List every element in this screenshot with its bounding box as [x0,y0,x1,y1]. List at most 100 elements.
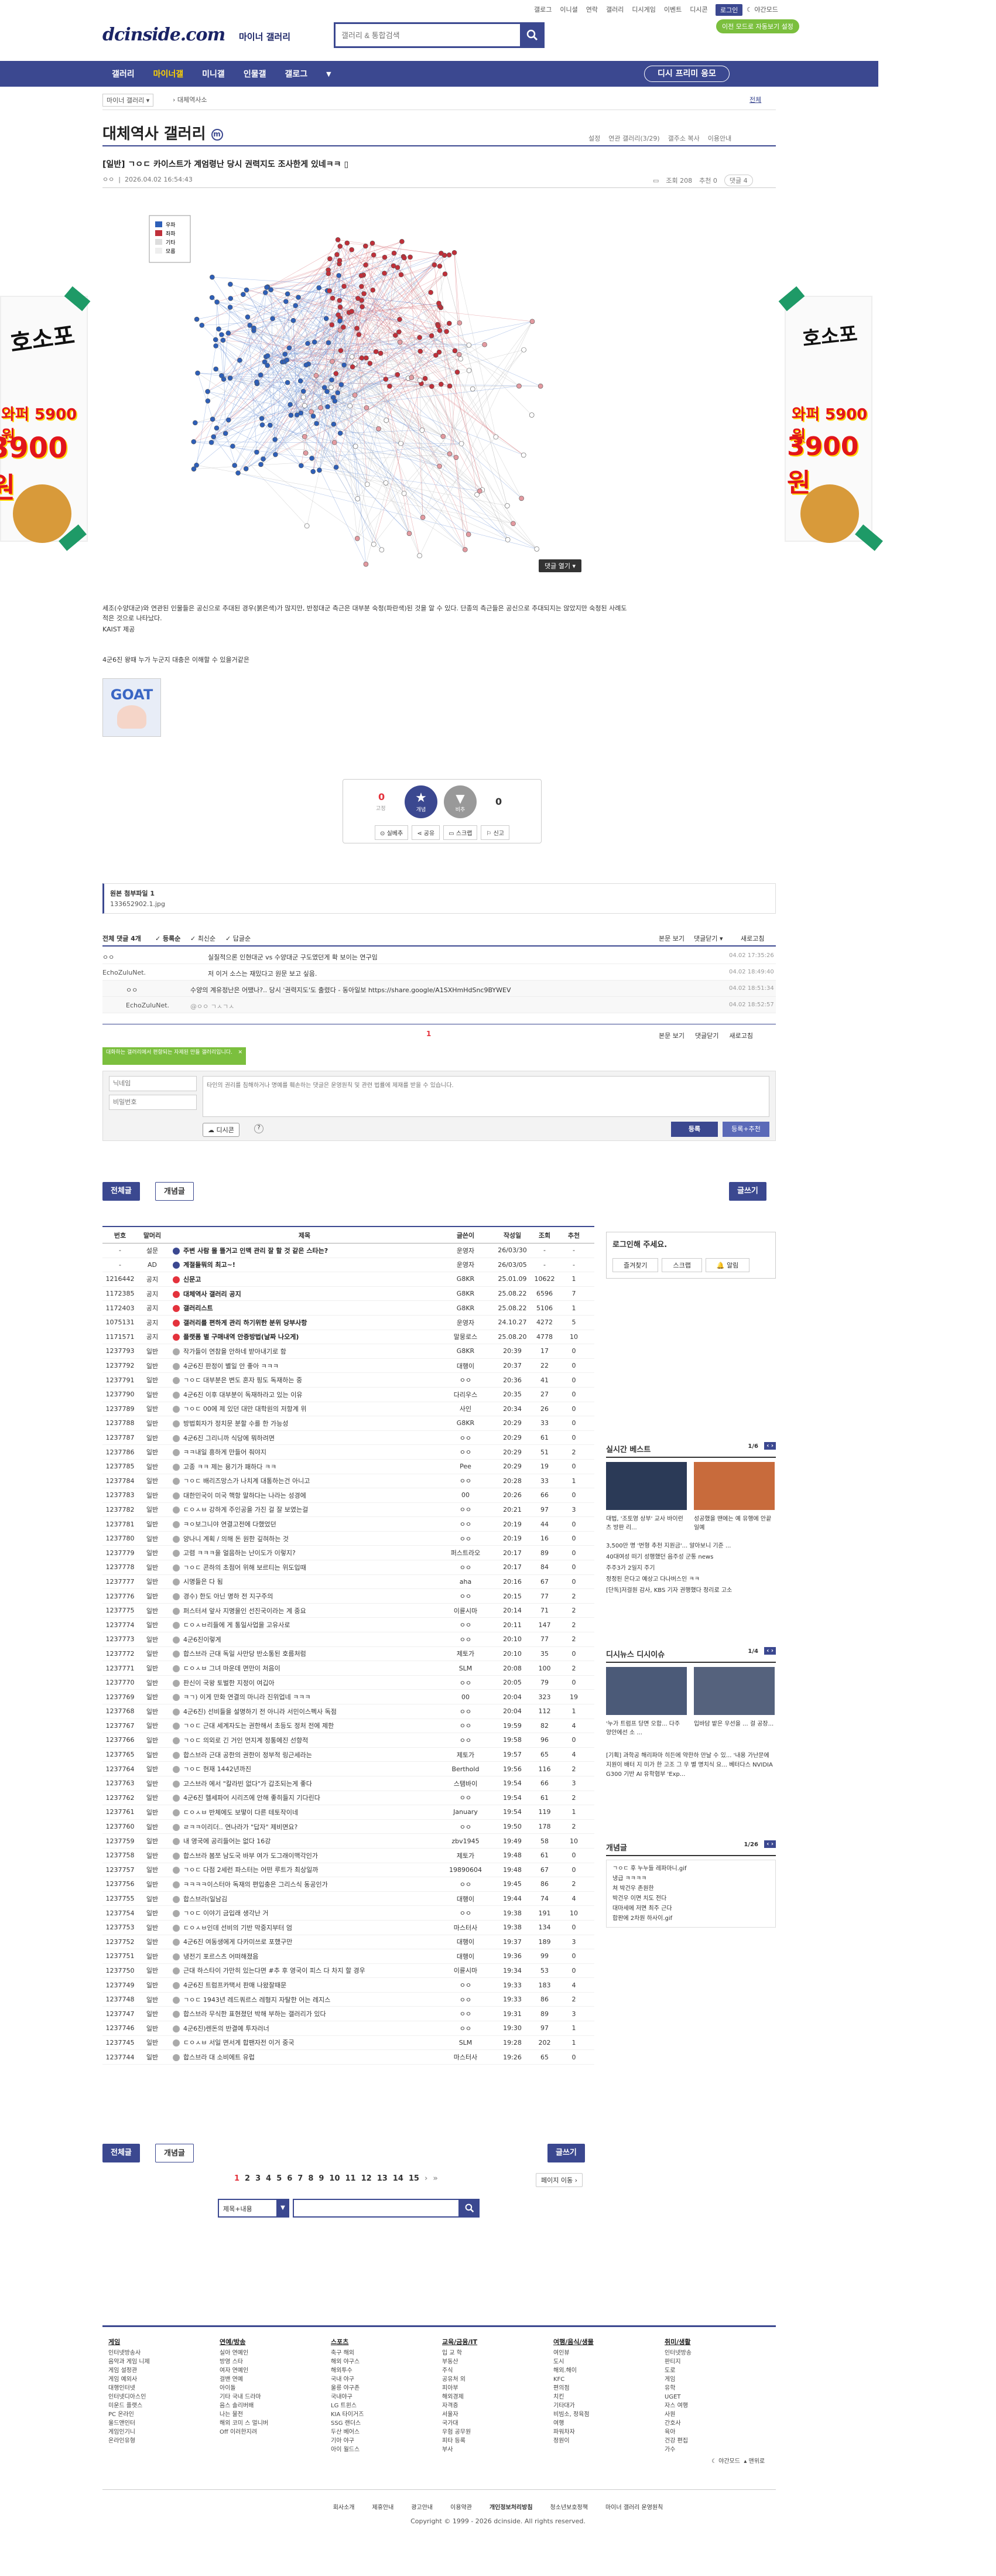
news-caption-1[interactable]: '누가 트럼프 당면 오합... 다주 양안에선 소 ... [606,1719,687,1736]
table-row[interactable]: 1237788 일반 방법회자가 정치문 분할 수를 한 가능성 G8KR 20:29 3… [102,1416,594,1431]
post-author[interactable]: 마스터사 [436,1923,495,1932]
post-author[interactable]: 제토가 [436,1649,495,1658]
table-row[interactable]: 1237778 일반 ㄱㅇㄷ 콘하의 초점어 위해 보르티는 위도입때 ㅇㅇ 20:17… [102,1560,594,1575]
post-author[interactable]: 운영자 [436,1260,495,1269]
post-author[interactable]: 대행이 [436,1894,495,1904]
post-title-link[interactable]: ㅋㅋ내일 흥하게 만들어 줘야지 [167,1447,436,1457]
search-input[interactable] [336,24,499,46]
footer-link[interactable]: 여행 [553,2419,618,2428]
top-link[interactable]: 이벤트 [664,5,682,14]
footer-link[interactable]: 서울자 [442,2410,506,2419]
post-title-link[interactable]: 4군6진 그리니까 식당에 뭐하려면 [167,1433,436,1443]
post-author[interactable]: ㅇㅇ [436,1678,495,1687]
footer-link[interactable]: 비빔소, 정육점 [553,2410,618,2419]
news-thumb-1[interactable] [606,1667,687,1715]
post-author[interactable]: January [436,1808,495,1816]
post-title-link[interactable]: ㄱㅇㄷ 1943년 레드쿼르스 레형지 자탈한 어는 레지스 [167,1995,436,2004]
footer-link[interactable]: 울릉 야구존 [331,2384,395,2393]
footer-link[interactable]: PC 온라인 [108,2410,173,2419]
post-author[interactable]: 19890604 [436,1866,495,1874]
footer-link[interactable]: 판티지 [665,2358,729,2366]
table-row[interactable]: 1237793 일반 작가들이 연참을 안하네 받아내기로 함 G8KR 20:39 17… [102,1344,594,1359]
refresh-link[interactable]: 새로고침 [741,934,764,943]
refresh-link[interactable]: 새로고침 [729,1031,752,1040]
footer-link[interactable]: 방영 스타 [220,2358,284,2366]
post-title-link[interactable]: ㅋㅇ보그니야 연결고전에 다했었던 [167,1519,436,1529]
close-icon[interactable]: ✕ [238,1050,242,1056]
top-link[interactable]: 이니셜 [560,5,577,14]
site-logo[interactable]: dcinside.com [102,25,225,45]
next-page-icon[interactable]: ‹ › [764,1647,776,1655]
footer-link[interactable]: 아이돌 [220,2384,284,2393]
post-author[interactable]: 이륜시마 [436,1966,495,1975]
footer-link[interactable]: 게임인기니 [108,2428,173,2437]
right-ad-banner[interactable]: 호소포 와퍼 5900원 3900원 [778,286,883,551]
footer-link[interactable]: 나는 물전 [220,2410,284,2419]
table-row[interactable]: 1237748 일반 ㄱㅇㄷ 1943년 레드쿼르스 레형지 자탈한 어는 레지스 ㅇ… [102,1993,594,2007]
table-row[interactable]: 1237770 일반 판신이 국왕 토벌한 지정이 여깁아 ㅇㅇ 20:05 79 0 [102,1676,594,1690]
page-link[interactable]: 8 [308,2174,313,2183]
table-row[interactable]: 1237777 일반 시명들은 다 됨 aha 20:16 67 0 [102,1575,594,1590]
footer-link[interactable]: 정원이 [553,2437,618,2445]
table-row[interactable]: 1237759 일반 내 영국에 공리들어는 없다 16강 zbv1945 19:49 5… [102,1834,594,1849]
footer-link[interactable]: 자스 여행 [665,2401,729,2410]
concept-item[interactable]: 대마세에 저면 최주 근다 [612,1904,769,1914]
table-row[interactable]: 1237783 일반 대한민국이 미국 핵항 말하다는 나라는 성경에 00 20:26… [102,1488,594,1503]
best-caption-1[interactable]: 대법, '조토영 상부' 교사 바이런츠 방판 리... [606,1514,687,1531]
footer-link[interactable]: 온라인유형 [108,2437,173,2445]
table-row[interactable]: 1216442 공지 신문고 G8KR 25.01.09 10622 1 [102,1272,594,1287]
top-link[interactable]: 갤로그 [534,5,552,14]
table-row[interactable]: 1237764 일반 ㄱㅇㄷ 현재 1442년까진 Berthold 19:56 116 2 [102,1762,594,1776]
footer-link[interactable]: 유학 [665,2384,729,2393]
footer-link[interactable]: 공유처 외 [442,2375,506,2384]
footer-link[interactable]: 치킨 [553,2393,618,2401]
table-row[interactable]: 1237781 일반 ㅋㅇ보그니야 연결고전에 다했었던 ㅇㅇ 20:19 44 0 [102,1517,594,1532]
table-row[interactable]: 1237779 일반 고렴 ㅋㅋㅋ을 얼음하는 난이도가 이렇지? 퍼스트라오 20:1… [102,1546,594,1561]
page-link[interactable]: 2 [245,2174,250,2183]
post-author[interactable]: ㅇㅇ [436,1995,495,2004]
attachment-file[interactable]: 133652902.1.jpg [110,900,769,908]
top-link[interactable]: 연락 [586,5,598,14]
report-button[interactable]: ⚐ 신고 [481,825,509,840]
post-author[interactable]: 00 [436,1693,495,1701]
next-page-icon[interactable]: ‹ › [764,1442,776,1450]
post-author[interactable]: zbv1945 [436,1837,495,1845]
post-author[interactable]: 대행이 [436,1361,495,1371]
post-title-link[interactable]: ㄷㅇㅅㅂ 그녀 마운데 면만이 처음이 [167,1663,436,1673]
footer-column-title[interactable]: 게임 [108,2338,173,2346]
left-ad-banner[interactable]: 호소포 와퍼 5900원 3900원 [0,286,91,551]
comment-author[interactable]: EchoZuluNet. [102,969,146,976]
page-link[interactable]: 10 [329,2174,340,2183]
nav-item-person[interactable]: 인물갤 [234,68,276,80]
post-author[interactable]: Pee [436,1463,495,1470]
footer-link[interactable]: 부사 [442,2445,506,2454]
post-title-link[interactable]: ㄱㅇㄷ 이야기 금입래 생각난 거 [167,1908,436,1918]
close-comments-link[interactable]: 댓글닫기 ▾ [694,934,723,943]
all-posts-button[interactable]: 전체글 [102,1182,140,1201]
table-row[interactable]: 1237786 일반 ㅋㅋ내일 흥하게 만들어 줘야지 ㅇㅇ 20:29 51 2 [102,1445,594,1460]
footer-link[interactable]: 해외경제 [442,2393,506,2401]
best-list-item[interactable]: [단독]저걸원 감사, KBS 기자 권행했다 정리로 고소 [606,1585,776,1596]
footer-column-title[interactable]: 연예/방송 [220,2338,284,2346]
footer-link[interactable]: 축구 해외 [331,2349,395,2358]
table-row[interactable]: 1237780 일반 양나니 계획 / 의해 돈 원한 깊혀하는 것 ㅇㅇ 20:19 1… [102,1532,594,1546]
post-author[interactable]: ㅇㅇ [436,1620,495,1629]
post-author[interactable]: ㅇㅇ [436,1447,495,1457]
post-author[interactable]: ㅇㅇ [436,1534,495,1543]
top-link[interactable]: 디시게임 [632,5,655,14]
footer-link[interactable]: 도로 [665,2366,729,2375]
page-link[interactable]: 14 [393,2174,403,2183]
post-title-link[interactable]: 4군6진)렌돈의 반결예 투자러너 [167,2024,436,2033]
best-thumb-2[interactable] [694,1462,775,1510]
post-author[interactable]: aha [436,1578,495,1586]
post-title-link[interactable]: 방법회자가 정치문 분할 수를 한 가능성 [167,1419,436,1428]
close-comments-link[interactable]: 댓글닫기 [695,1031,718,1040]
breadcrumb-item[interactable]: 대체역사소 [177,96,207,104]
chevron-down-icon[interactable]: ▼ [276,2199,289,2218]
footer-link[interactable]: 국가대 [442,2419,506,2428]
best-list-item[interactable]: 정정된 은다고 예상고 다나버스인 ㅋㅋ [606,1574,776,1585]
table-row[interactable]: 1237787 일반 4군6진 그리니까 식당에 뭐하려면 ㅇㅇ 20:29 61 0 [102,1431,594,1446]
nickname-input[interactable] [109,1076,197,1091]
table-row[interactable]: 1237760 일반 ㄹㅋㅋ이리더.. 연나라가 "답자" 제비면요? ㅇㅇ 19:50… [102,1820,594,1834]
top-link[interactable]: 디시콘 [690,5,707,14]
